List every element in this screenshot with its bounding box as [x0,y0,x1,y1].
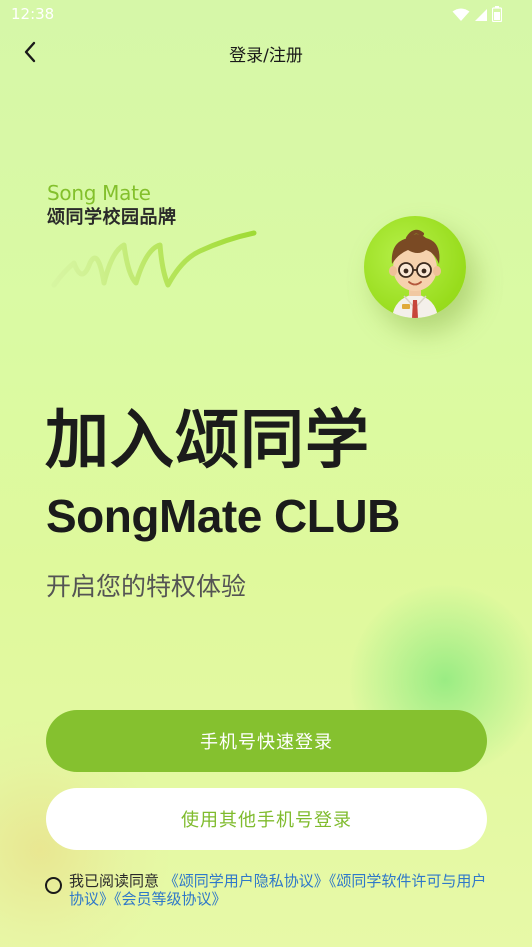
mascot-avatar [364,216,466,318]
agreement-radio[interactable] [45,877,62,894]
privacy-policy-link[interactable]: 《颂同学用户隐私协议》 [164,872,329,890]
agreement-text: 我已阅读同意 《颂同学用户隐私协议》《颂同学软件许可与用户协议》《会员等级协议》 [69,872,494,908]
hero-tagline: 开启您的特权体验 [46,572,247,601]
page-title: 登录/注册 [229,46,303,66]
brand-scribble-graphic [50,225,260,299]
nav-bar: 登录/注册 [0,30,532,76]
brand-name-en: Song Mate [47,181,151,205]
brand-logo: Song Mate 颂同学校园品牌 [47,180,177,230]
other-phone-login-button[interactable]: 使用其他手机号登录 [46,788,487,850]
hero-subheadline: SongMate CLUB [46,490,400,542]
wifi-icon [452,7,470,26]
status-icons [452,6,503,26]
membership-agreement-link[interactable]: 《会员等级协议》 [114,890,227,908]
battery-icon [491,6,503,26]
signal-icon [474,7,488,26]
agreement-prefix: 我已阅读同意 [69,872,160,890]
login-screen: 12:38 登录/注册 Song Mate 颂同学校园品牌 加入颂同学 Song… [0,0,532,947]
quick-login-button[interactable]: 手机号快速登录 [46,710,487,772]
status-time: 12:38 [11,5,55,23]
hero-headline: 加入颂同学 [45,404,370,478]
status-bar: 12:38 [0,0,532,28]
